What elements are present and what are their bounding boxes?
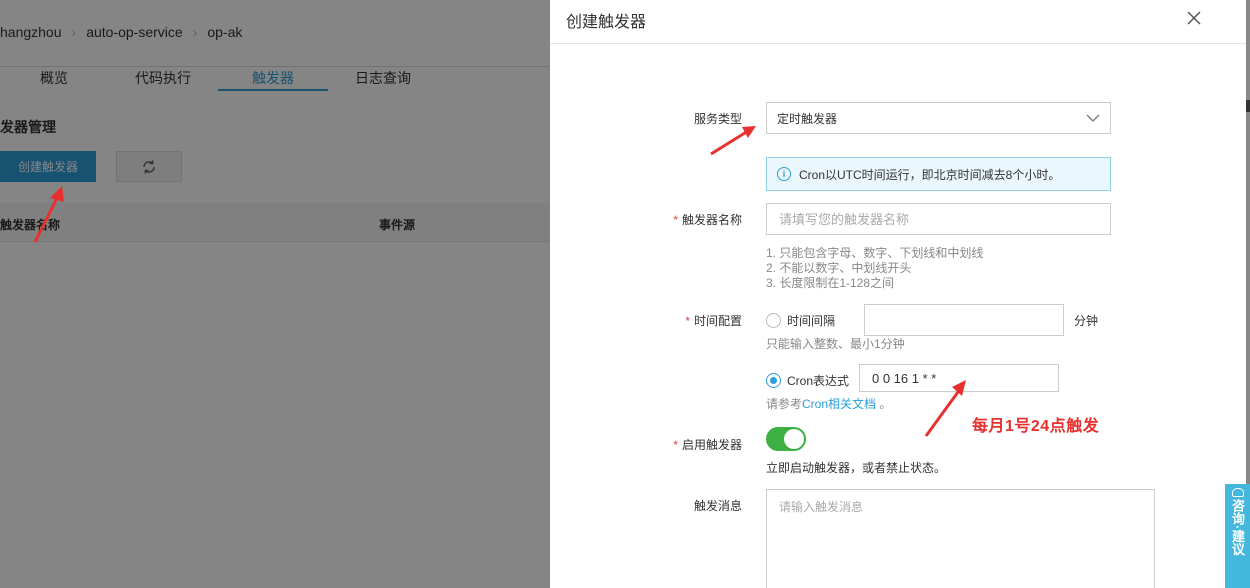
interval-minutes-input[interactable] [864,304,1064,336]
chevron-down-icon [1086,114,1100,122]
chat-icon [1231,488,1244,497]
required-mark: * [673,213,678,227]
trigger-name-input[interactable] [766,203,1111,235]
info-icon: i [777,167,791,181]
trigger-name-rule: 1. 只能包含字母、数字、下划线和中划线 [766,246,984,260]
interval-radio-label[interactable]: 时间间隔 [787,312,835,329]
close-icon[interactable] [1184,8,1204,28]
trigger-message-textarea[interactable] [766,489,1155,588]
consult-feedback-button[interactable]: 咨询·建议 [1225,484,1250,588]
cron-hint: 请参考Cron相关文档 。 [766,397,891,412]
cron-docs-link[interactable]: Cron相关文档 [802,397,876,411]
enable-trigger-toggle[interactable] [766,427,806,451]
enable-trigger-hint: 立即启动触发器，或者禁止状态。 [766,461,947,475]
trigger-message-label: 触发消息 [693,499,742,513]
time-config-label: * 时间配置 [652,312,742,329]
interval-radio[interactable] [766,313,781,328]
service-type-select[interactable]: 定时触发器 [766,102,1111,134]
annotation-arrow-cron [924,380,966,437]
required-mark: * [673,438,678,452]
annotation-arrow-create [33,186,64,243]
enable-trigger-label: * 启用触发器 [652,436,742,453]
trigger-name-rules: 1. 只能包含字母、数字、下划线和中划线 2. 不能以数字、中划线开头 3. 长… [766,246,983,291]
modal-overlay[interactable] [0,0,550,588]
cron-info-alert: i Cron以UTC时间运行，即北京时间减去8个小时。 [766,157,1111,191]
interval-hint: 只能输入整数、最小1分钟 [766,337,905,351]
interval-unit: 分钟 [1074,314,1099,328]
consult-feedback-label: 咨询·建议 [1230,499,1245,556]
drawer-header: 创建触发器 [550,0,1246,44]
cron-hint-suffix: 。 [876,397,892,411]
annotation-text: 每月1号24点触发 [972,418,1100,435]
trigger-name-rule: 3. 长度限制在1-128之间 [766,276,895,290]
time-config-label-text: 时间配置 [693,314,742,328]
annotation-arrow-service-type [710,126,756,156]
cron-info-text: Cron以UTC时间运行，即北京时间减去8个小时。 [799,167,1061,182]
trigger-name-label-text: 触发器名称 [681,213,742,227]
trigger-name-rule: 2. 不能以数字、中划线开头 [766,261,912,275]
drawer-title: 创建触发器 [566,14,647,31]
cron-radio[interactable] [766,373,781,388]
service-type-value: 定时触发器 [777,111,838,126]
enable-trigger-label-text: 启用触发器 [681,438,742,452]
cron-hint-prefix: 请参考 [766,397,803,411]
cron-radio-label[interactable]: Cron表达式 [787,372,849,389]
required-mark: * [685,314,690,328]
trigger-name-label: * 触发器名称 [652,211,742,228]
